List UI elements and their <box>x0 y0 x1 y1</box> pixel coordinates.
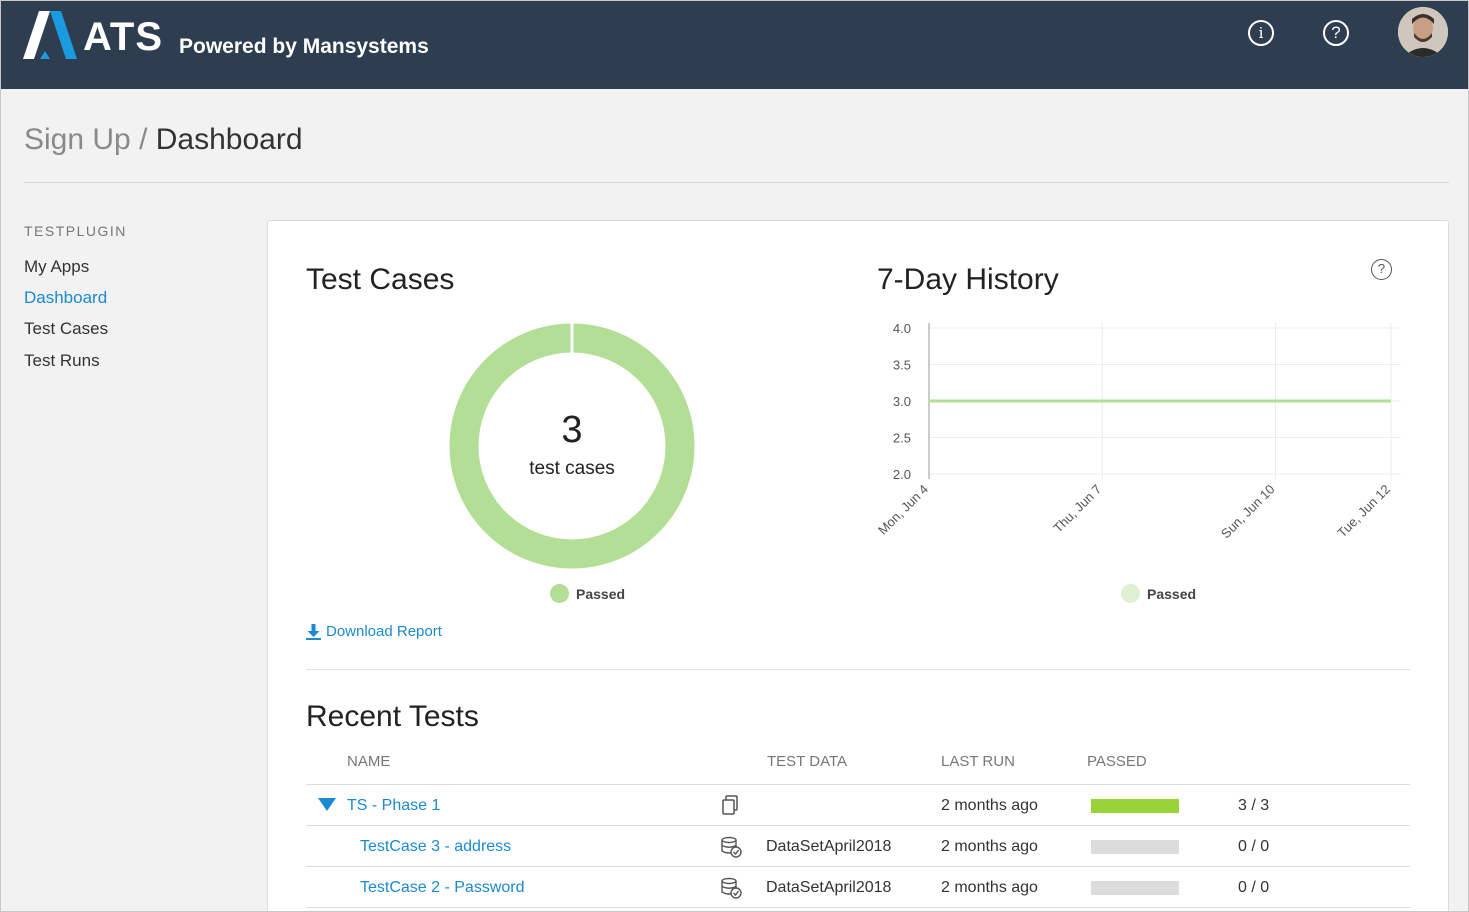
pass-progress-bar <box>1091 799 1179 813</box>
download-report-label: Download Report <box>326 623 442 640</box>
last-run-value: 2 months ago <box>941 838 1038 855</box>
x-tick-label: Sun, Jun 10 <box>1218 482 1278 542</box>
column-header-name[interactable]: NAME <box>347 753 390 770</box>
column-header-passed[interactable]: PASSED <box>1087 753 1147 770</box>
passed-count: 3 / 3 <box>1238 797 1270 814</box>
column-header-test-data[interactable]: TEST DATA <box>767 753 847 770</box>
legend-label-passed: Passed <box>576 585 626 602</box>
brand-tagline: Powered by Mansystems <box>179 35 429 58</box>
y-tick-label: 4.0 <box>893 321 911 336</box>
passed-count: 0 / 0 <box>1238 879 1270 896</box>
test-case-name[interactable]: TestCase 3 - address <box>360 838 511 856</box>
test-cases-title: Test Cases <box>306 263 455 296</box>
table-header-divider <box>306 784 1410 785</box>
pass-progress-fill <box>1091 799 1179 813</box>
sidebar-item-my-apps[interactable]: My Apps <box>24 257 89 277</box>
column-header-last-run[interactable]: LAST RUN <box>941 753 1015 770</box>
dataset-icon[interactable] <box>720 836 742 858</box>
info-icon[interactable]: i <box>1248 20 1274 46</box>
breadcrumb: Sign Up / Dashboard <box>24 123 303 157</box>
top-header-bar: ATS Powered by Mansystems i ? <box>1 1 1468 89</box>
last-run-value: 2 months ago <box>941 879 1038 896</box>
history-line-chart: 4.0 3.5 3.0 2.5 2.0Mon, Jun 4 Thu, Jun 7 Sun, … <box>875 321 1401 542</box>
sidebar-item-dashboard[interactable]: Dashboard <box>24 288 107 308</box>
section-divider <box>306 669 1410 670</box>
history-legend-label-passed: Passed <box>1147 585 1197 602</box>
x-tick-label: Thu, Jun 7 <box>1050 482 1104 536</box>
header-divider <box>24 182 1449 183</box>
test-case-count-label: test cases <box>529 458 615 479</box>
history-legend: Passed <box>1121 584 1196 603</box>
y-tick-label: 2.0 <box>893 467 911 482</box>
pass-progress-bar <box>1091 881 1179 895</box>
test-data-value: DataSetApril2018 <box>766 838 892 855</box>
sidebar-item-test-runs[interactable]: Test Runs <box>24 351 100 371</box>
user-photo-icon <box>1398 7 1448 57</box>
page-title: Dashboard <box>155 123 303 156</box>
passed-count: 0 / 0 <box>1238 838 1270 855</box>
donut-legend: Passed <box>550 584 625 603</box>
download-report-link[interactable]: Download Report <box>306 623 442 640</box>
expand-caret-icon[interactable] <box>318 798 336 811</box>
avatar[interactable] <box>1398 7 1448 57</box>
test-data-value: DataSetApril2018 <box>766 879 892 896</box>
table-row-divider <box>306 825 1410 826</box>
history-help-icon[interactable]: ? <box>1371 259 1392 280</box>
table-row-divider <box>306 866 1410 867</box>
table-row-divider <box>306 907 1410 908</box>
dataset-icon[interactable] <box>720 877 742 899</box>
app-window: ATS Powered by Mansystems i ? Sign Up / … <box>0 0 1469 912</box>
legend-swatch-passed <box>550 584 569 603</box>
breadcrumb-parent-link[interactable]: Sign Up <box>24 123 131 156</box>
copy-icon[interactable] <box>720 795 742 817</box>
recent-tests-title: Recent Tests <box>306 700 479 733</box>
history-title: 7-Day History <box>877 263 1059 296</box>
y-tick-label: 3.5 <box>893 358 911 373</box>
y-tick-label: 2.5 <box>893 431 911 446</box>
ats-logo-icon <box>23 11 77 59</box>
test-case-count: 3 <box>561 409 583 451</box>
history-legend-swatch-passed <box>1121 584 1140 603</box>
sidebar-item-test-cases[interactable]: Test Cases <box>24 319 108 339</box>
last-run-value: 2 months ago <box>941 797 1038 814</box>
y-tick-label: 3.0 <box>893 394 911 409</box>
pass-progress-bar <box>1091 840 1179 854</box>
help-icon[interactable]: ? <box>1323 20 1349 46</box>
x-tick-label: Tue, Jun 12 <box>1334 482 1393 541</box>
test-suite-name[interactable]: TS - Phase 1 <box>347 797 440 815</box>
test-case-name[interactable]: TestCase 2 - Password <box>360 879 525 897</box>
brand-name: ATS <box>83 15 164 59</box>
breadcrumb-separator: / <box>130 123 156 156</box>
x-tick-label: Mon, Jun 4 <box>875 482 931 538</box>
download-icon <box>306 623 321 640</box>
sidebar-title: TESTPLUGIN <box>24 223 127 239</box>
